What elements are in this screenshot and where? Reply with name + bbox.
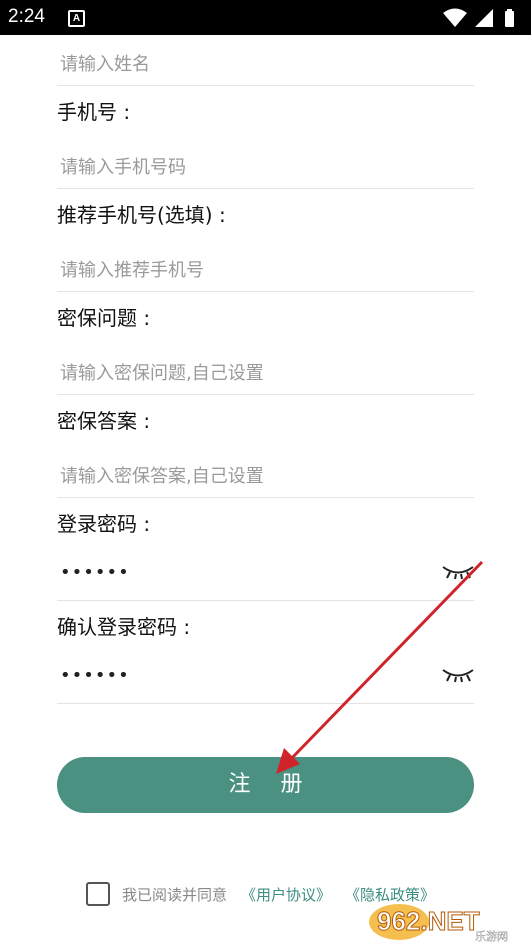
name-input[interactable]: 请输入姓名 [57,35,474,86]
security-answer-input[interactable]: 请输入密保答案,自己设置 [57,447,474,498]
battery-icon [505,9,514,27]
register-button[interactable]: 注册 [57,757,474,813]
security-question-input[interactable]: 请输入密保问题,自己设置 [57,344,474,395]
status-icons [441,7,521,33]
confirm-password-input[interactable]: •••••• [57,653,474,704]
password-value: •••••• [60,562,130,583]
referrer-input[interactable]: 请输入推荐手机号 [57,241,474,292]
status-time: 2:24 [8,6,45,27]
watermark-logo: 962.NET 乐游网 [365,896,531,944]
signal-icon [475,9,493,27]
user-agreement-link[interactable]: 《用户协议》 [241,884,331,905]
eye-closed-icon[interactable] [442,667,474,687]
name-placeholder: 请输入姓名 [60,54,150,75]
security-answer-label: 密保答案 : [57,409,151,433]
agree-checkbox[interactable] [86,882,110,906]
register-form: 请输入姓名 手机号 : 请输入手机号码 推荐手机号(选填) : 请输入推荐手机号… [57,35,474,704]
notification-icon: A [68,10,85,27]
status-bar: 2:24 A [0,0,531,35]
referrer-label: 推荐手机号(选填) : [57,203,226,227]
security-question-placeholder: 请输入密保问题,自己设置 [60,363,264,384]
phone-input[interactable]: 请输入手机号码 [57,138,474,189]
confirm-password-label: 确认登录密码 : [57,615,191,639]
password-input[interactable]: •••••• [57,550,474,601]
watermark-sub: 乐游网 [475,930,508,943]
security-answer-placeholder: 请输入密保答案,自己设置 [60,466,264,487]
wifi-icon [443,8,467,27]
referrer-placeholder: 请输入推荐手机号 [60,260,204,281]
phone-placeholder: 请输入手机号码 [60,157,186,178]
password-label: 登录密码 : [57,512,151,536]
phone-label: 手机号 : [57,100,131,124]
agreement-text: 我已阅读并同意 [122,885,228,904]
eye-closed-icon[interactable] [442,564,474,584]
confirm-password-value: •••••• [60,665,130,686]
watermark-brand: 962.NET [377,906,480,936]
security-question-label: 密保问题 : [57,306,151,330]
